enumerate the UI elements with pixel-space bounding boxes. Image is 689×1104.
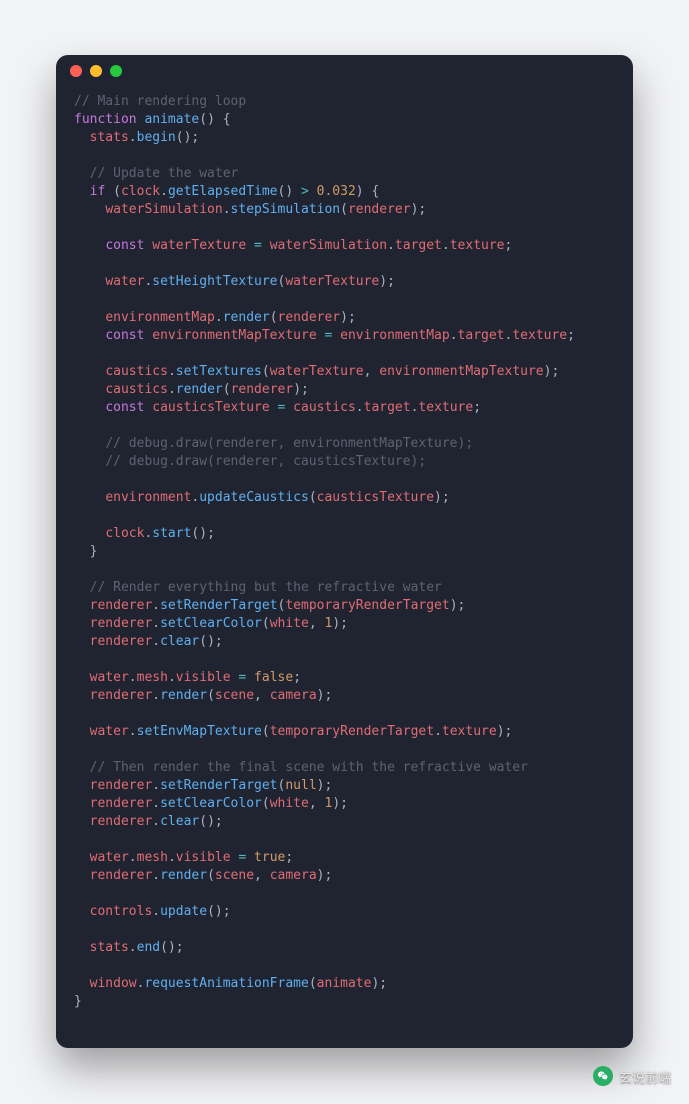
zoom-icon[interactable] — [110, 65, 122, 77]
watermark: 玄说前端 — [593, 1066, 671, 1086]
watermark-text: 玄说前端 — [619, 1067, 671, 1086]
code-block: // Main rendering loop function animate(… — [56, 87, 633, 1029]
wechat-icon — [593, 1066, 613, 1086]
minimize-icon[interactable] — [90, 65, 102, 77]
close-icon[interactable] — [70, 65, 82, 77]
code-window: // Main rendering loop function animate(… — [56, 55, 633, 1048]
window-titlebar — [56, 55, 633, 87]
